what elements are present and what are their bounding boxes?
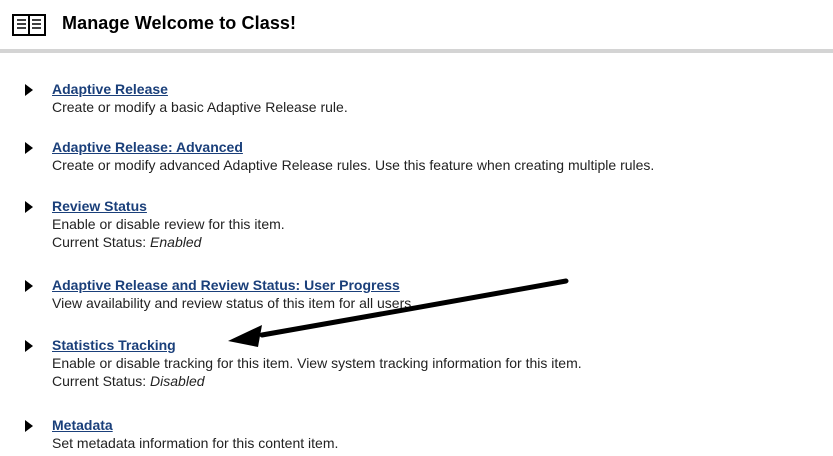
item-description: Enable or disable tracking for this item… (52, 355, 582, 371)
item-description: View availability and review status of t… (52, 295, 416, 311)
item-current-status: Current Status: Disabled (52, 373, 205, 389)
item-description: Set metadata information for this conten… (52, 435, 339, 451)
adaptive-release-advanced-link[interactable]: Adaptive Release: Advanced (52, 139, 243, 155)
triangle-bullet-icon (25, 84, 33, 96)
adaptive-release-link[interactable]: Adaptive Release (52, 81, 168, 97)
status-value: Enabled (150, 234, 202, 250)
triangle-bullet-icon (25, 142, 33, 154)
item-description: Create or modify advanced Adaptive Relea… (52, 157, 655, 173)
triangle-bullet-icon (25, 420, 33, 432)
status-label: Current Status: (52, 373, 147, 389)
statistics-tracking-link[interactable]: Statistics Tracking (52, 337, 176, 353)
item-description: Enable or disable review for this item. (52, 216, 285, 232)
review-status-link[interactable]: Review Status (52, 198, 147, 214)
item-current-status: Current Status: Enabled (52, 234, 201, 250)
item-description: Create or modify a basic Adaptive Releas… (52, 99, 348, 115)
triangle-bullet-icon (25, 201, 33, 213)
triangle-bullet-icon (25, 340, 33, 352)
user-progress-link[interactable]: Adaptive Release and Review Status: User… (52, 277, 400, 293)
status-label: Current Status: (52, 234, 147, 250)
metadata-link[interactable]: Metadata (52, 417, 113, 433)
options-list: Adaptive Release Create or modify a basi… (0, 0, 833, 456)
status-value: Disabled (150, 373, 205, 389)
triangle-bullet-icon (25, 280, 33, 292)
